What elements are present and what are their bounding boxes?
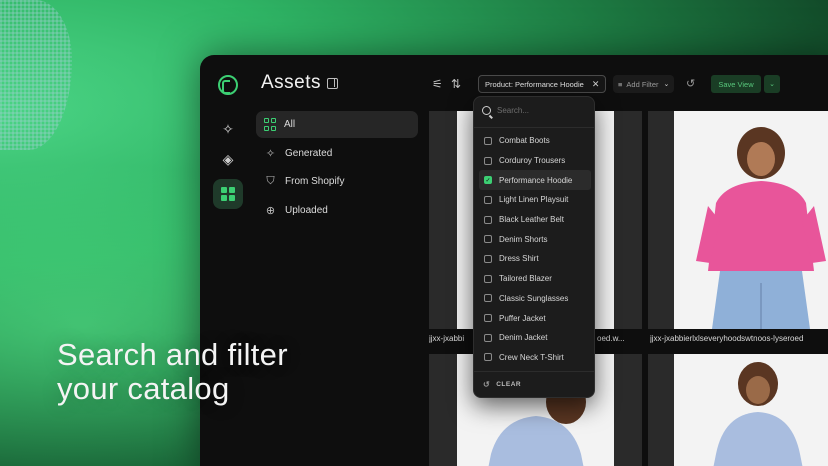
sidebar-item-from-shopify[interactable]: ⛉ From Shopify [256,168,418,195]
option-label: Denim Shorts [499,234,548,244]
option-dress-shirt[interactable]: Dress Shirt [479,249,591,269]
option-label: Crew Neck T-Shirt [499,352,564,362]
option-label: Light Linen Playsuit [499,195,569,205]
sidebar-item-label: Uploaded [285,204,328,216]
checkbox[interactable] [484,235,492,244]
checkbox-checked[interactable]: ✓ [484,176,492,185]
option-list: Combat Boots Corduroy Trousers ✓ Performa… [479,131,591,367]
shopping-bag-icon: ⛉ [266,175,275,187]
sidebar-item-generated[interactable]: ✧ Generated [256,140,418,167]
sidebar-item-label: From Shopify [285,176,345,187]
headline-line-1: Search and filter [57,337,288,372]
checkbox[interactable] [484,136,492,145]
headline-line-2: your catalog [57,371,230,406]
asset-image [674,354,828,466]
option-denim-jacket[interactable]: Denim Jacket [479,328,591,348]
asset-caption: oed.w... [597,334,625,343]
sparkle-icon[interactable]: ✧ [213,114,243,144]
option-tailored-blazer[interactable]: Tailored Blazer [479,269,591,289]
option-label: Corduroy Trousers [499,156,566,166]
option-corduroy-trousers[interactable]: Corduroy Trousers [479,151,591,171]
undo-icon[interactable]: ↺ [686,77,695,90]
checkbox[interactable] [484,156,492,165]
sort-icon[interactable]: ⇅ [451,77,461,91]
adjust-icon[interactable]: ⚟ [432,77,443,91]
asset-image [674,111,828,329]
option-black-leather-belt[interactable]: Black Leather Belt [479,210,591,230]
clear-button[interactable]: ↺ CLEAR [483,380,521,389]
checkbox[interactable] [484,314,492,323]
close-icon[interactable]: ✕ [592,79,600,90]
option-performance-hoodie[interactable]: ✓ Performance Hoodie [479,170,591,191]
search-icon [482,106,491,115]
save-view-menu-button[interactable]: ⌄ [764,75,780,93]
option-crew-neck-t-shirt[interactable]: Crew Neck T-Shirt [479,348,591,368]
search-placeholder[interactable]: Search... [497,106,529,115]
filter-chip-product[interactable]: Product: Performance Hoodie ✕ [478,75,607,93]
logo-icon[interactable] [218,75,238,95]
sidebar-toggle-icon[interactable] [327,78,338,89]
model-blue-hoodie [713,362,803,466]
option-label: Combat Boots [499,136,550,146]
sidebar-item-label: Generated [285,147,333,159]
checkbox[interactable] [484,353,492,362]
add-filter-label: Add Filter [626,79,659,89]
reset-icon: ↺ [483,380,491,389]
grid-icon [264,118,276,131]
option-light-linen-playsuit[interactable]: Light Linen Playsuit [479,190,591,210]
save-view-button[interactable]: Save View [711,75,761,93]
filter-chip-value: Performance Hoodie [515,79,584,89]
checkbox[interactable] [484,195,492,204]
product-filter-dropdown: Search... Combat Boots Corduroy Trousers… [473,96,595,398]
filter-icon: ≡ [618,79,623,89]
asset-caption: jjxx-jxabbierlxlseveryhoodswtnoos-lysero… [650,334,804,343]
checkbox[interactable] [484,294,492,303]
sidebar-item-all[interactable]: All [256,111,418,138]
upload-icon: ⊕ [265,204,276,217]
option-combat-boots[interactable]: Combat Boots [479,131,591,151]
option-label: Performance Hoodie [499,175,573,185]
asset-tile[interactable] [648,111,828,329]
option-label: Puffer Jacket [499,313,546,323]
asset-tile[interactable] [648,354,828,466]
marketing-headline: Search and filter your catalog [57,338,288,406]
add-filter-button[interactable]: ≡ Add Filter ⌄ [613,75,675,93]
option-classic-sunglasses[interactable]: Classic Sunglasses [479,289,591,309]
sidebar-nav: All ✧ Generated ⛉ From Shopify ⊕ Uploade… [256,111,418,225]
option-label: Dress Shirt [499,254,539,264]
sparkle-icon: ✧ [265,147,276,160]
sidebar-item-uploaded[interactable]: ⊕ Uploaded [256,197,418,224]
chevron-down-icon: ⌄ [663,81,670,88]
option-label: Denim Jacket [499,333,548,343]
sidebar-item-label: All [284,119,296,130]
option-label: Black Leather Belt [499,215,564,225]
tag-icon[interactable]: ◈ [213,144,243,174]
option-puffer-jacket[interactable]: Puffer Jacket [479,308,591,328]
page-title: Assets [261,72,322,93]
divider [474,371,594,372]
checkbox[interactable] [484,274,492,283]
grid-icon[interactable] [213,179,243,209]
checkbox[interactable] [484,254,492,263]
divider [474,127,594,128]
filter-chip-label: Product: [485,79,513,89]
option-denim-shorts[interactable]: Denim Shorts [479,229,591,249]
checkbox[interactable] [484,215,492,224]
clear-label: CLEAR [496,381,522,388]
dropdown-search[interactable]: Search... [482,106,529,115]
option-label: Tailored Blazer [499,274,552,284]
option-label: Classic Sunglasses [499,293,569,303]
model-pink-hoodie [696,127,826,329]
checkbox[interactable] [484,333,492,342]
